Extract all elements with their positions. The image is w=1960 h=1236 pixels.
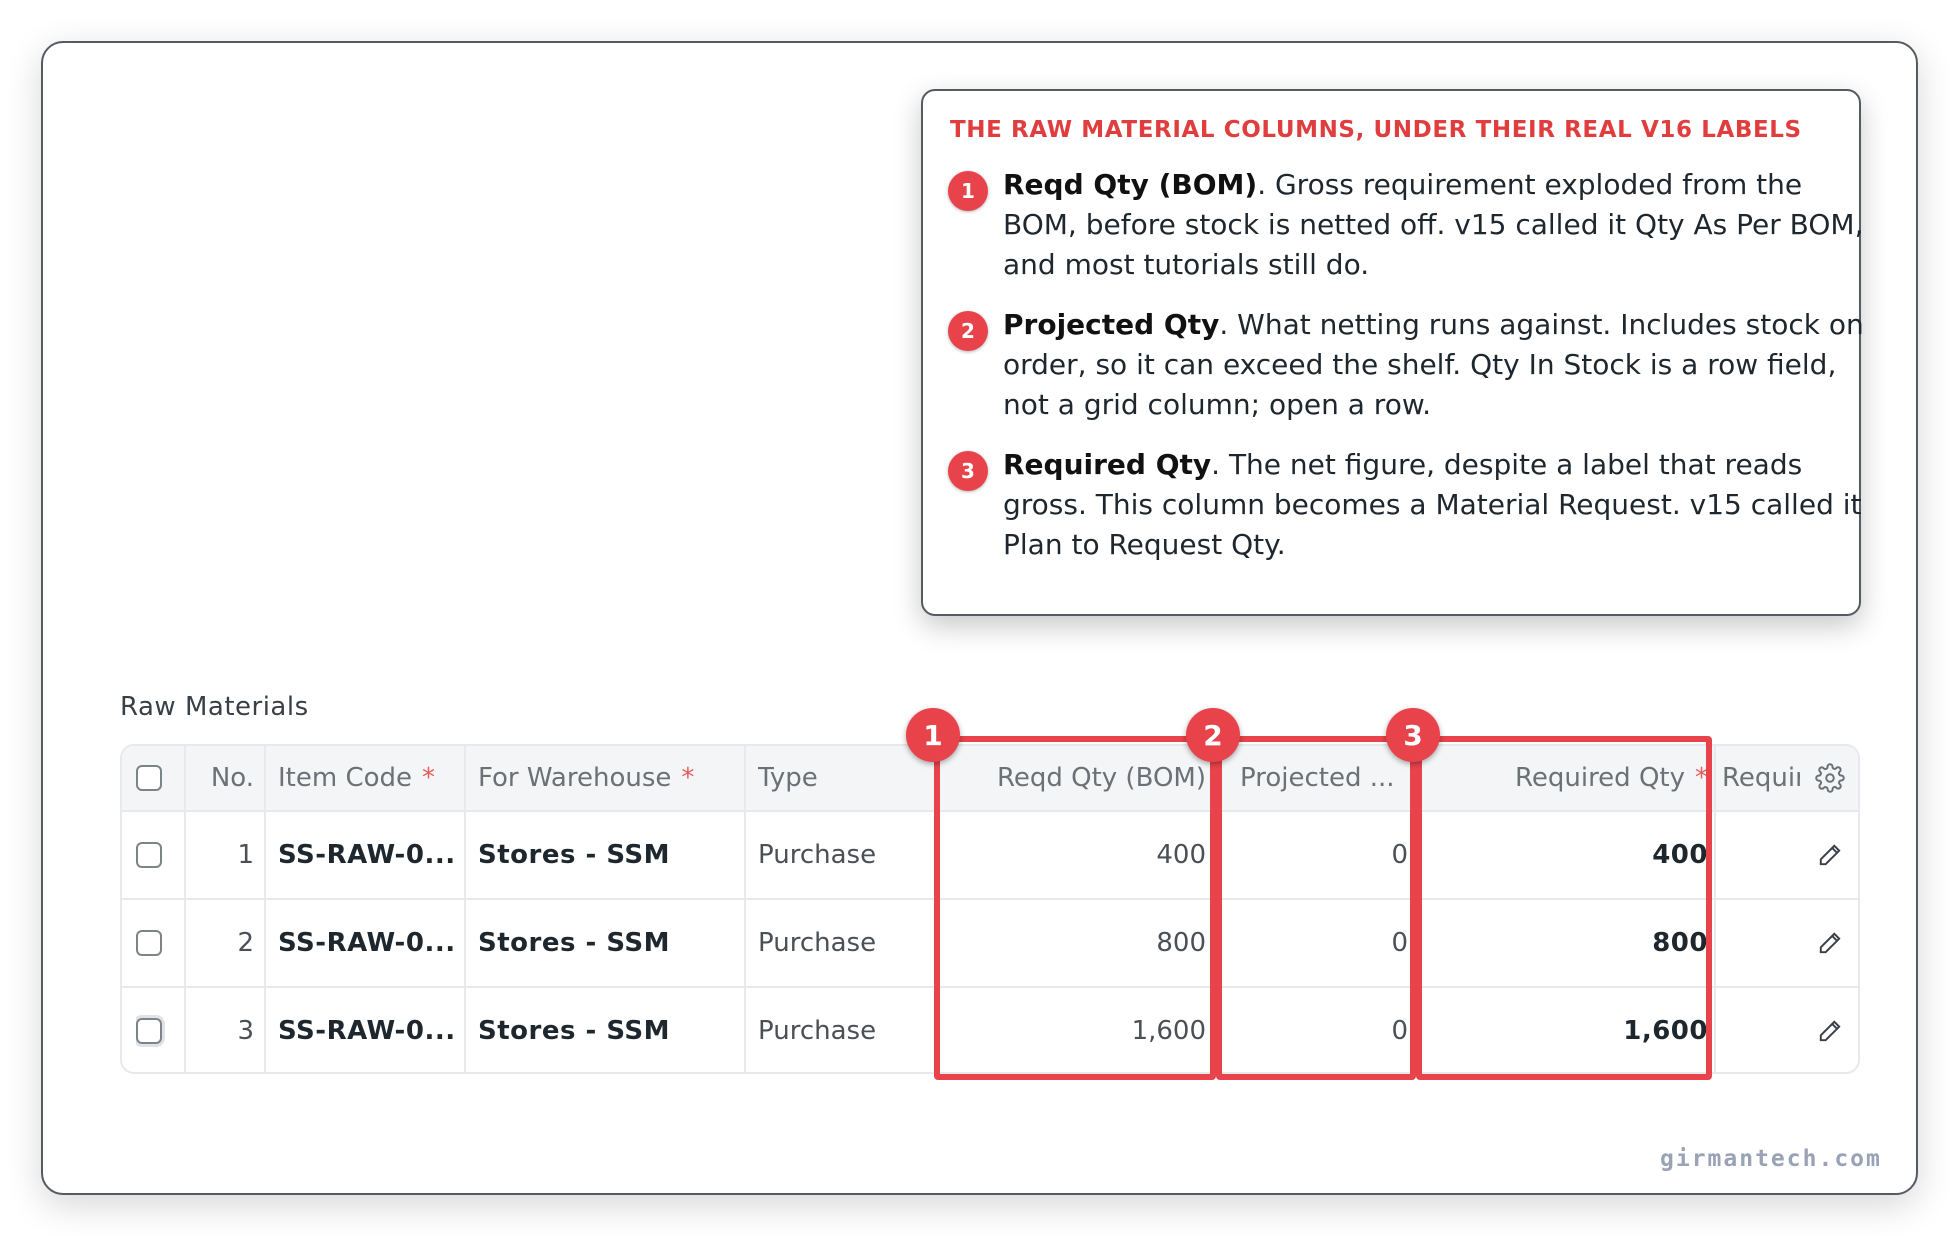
header-warehouse-label: For Warehouse [478,763,672,793]
row-checkbox[interactable] [136,842,162,868]
row-checkbox[interactable] [136,930,162,956]
header-type[interactable]: Type [758,746,928,810]
pencil-icon[interactable] [1810,812,1850,898]
note-number-badge: 3 [948,451,988,491]
pencil-icon[interactable] [1810,900,1850,986]
pencil-icon[interactable] [1810,988,1850,1072]
watermark: girmantech.com [1660,1146,1882,1172]
highlight-badge-1: 1 [906,708,960,762]
item-code-cell[interactable]: SS-RAW-0... [278,812,458,898]
note-number-badge: 2 [948,311,988,351]
row-select-cell [136,900,176,986]
item-code-cell[interactable]: SS-RAW-0... [278,988,458,1072]
type-cell[interactable]: Purchase [758,900,928,986]
highlight-required-qty [1416,736,1712,1080]
highlight-badge-3: 3 [1386,708,1440,762]
header-no[interactable]: No. [184,746,254,810]
required-asterisk: * [422,763,436,793]
column-divider [1714,746,1716,1072]
highlight-projected-qty [1216,736,1416,1080]
row-number: 1 [237,840,254,870]
header-for-warehouse[interactable]: For Warehouse * [478,746,744,810]
note-term: Reqd Qty (BOM) [1003,168,1258,201]
header-item-code[interactable]: Item Code * [278,746,464,810]
header-item-code-label: Item Code [278,763,413,793]
highlight-reqd-qty-bom [934,736,1216,1080]
select-all-checkbox[interactable] [136,765,162,791]
annotation-callout: THE RAW MATERIAL COLUMNS, UNDER THEIR RE… [921,89,1864,616]
select-all-cell [136,746,176,810]
column-divider [744,746,746,1072]
note-number-badge: 1 [948,171,988,211]
note-term: Required Qty [1003,448,1212,481]
highlight-badge-2: 2 [1186,708,1240,762]
header-requir[interactable]: Requir [1722,746,1800,810]
item-code-cell[interactable]: SS-RAW-0... [278,900,458,986]
type-cell[interactable]: Purchase [758,812,928,898]
callout-title: THE RAW MATERIAL COLUMNS, UNDER THEIR RE… [950,117,1802,143]
warehouse-cell[interactable]: Stores - SSM [478,988,738,1072]
row-select-cell [136,812,176,898]
required-asterisk: * [681,763,695,793]
type-cell[interactable]: Purchase [758,988,928,1072]
warehouse-cell[interactable]: Stores - SSM [478,812,738,898]
row-select-cell [136,988,176,1072]
section-label: Raw Materials [120,692,309,722]
gear-icon[interactable] [1810,746,1850,810]
column-divider [264,746,266,1072]
note-term: Projected Qty [1003,308,1220,341]
row-number: 3 [237,1016,254,1046]
warehouse-cell[interactable]: Stores - SSM [478,900,738,986]
row-checkbox[interactable] [136,1018,162,1044]
row-number: 2 [237,928,254,958]
column-divider [464,746,466,1072]
